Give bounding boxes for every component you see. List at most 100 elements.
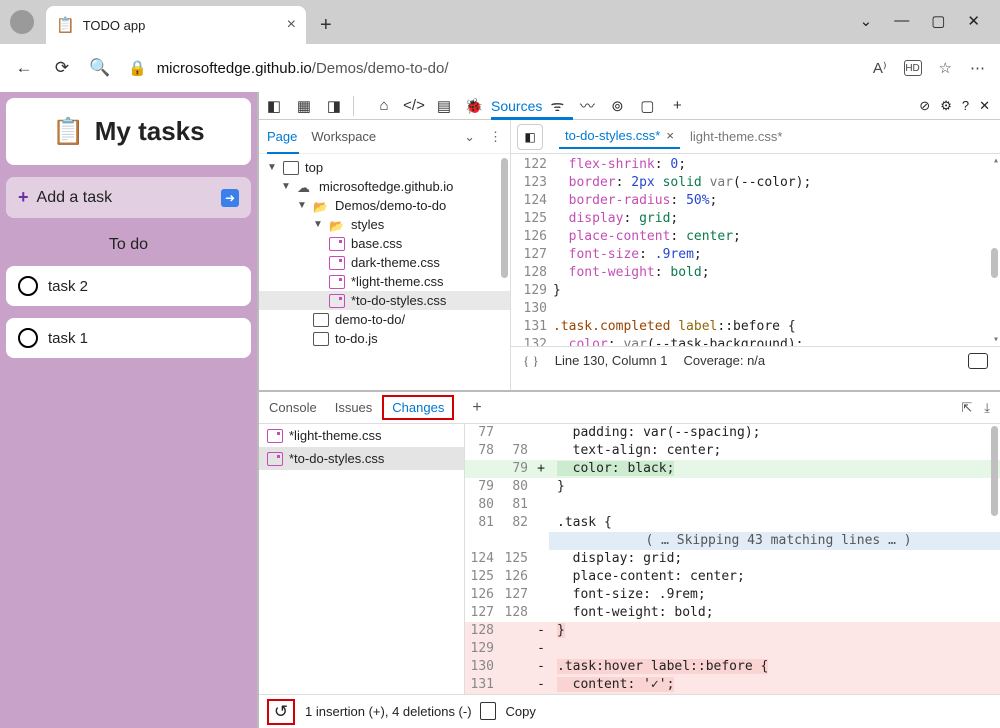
help-icon[interactable]: ? — [962, 98, 969, 114]
more-icon[interactable]: ⋮ — [489, 129, 502, 145]
more-icon[interactable]: ⋯ — [969, 58, 986, 78]
plus-icon: + — [18, 187, 29, 208]
drawer-tab-console[interactable]: Console — [269, 400, 317, 415]
navigator-toggle-icon[interactable]: ◧ — [517, 124, 543, 150]
sources-label: Sources — [491, 98, 542, 114]
changed-file[interactable]: *light-theme.css — [259, 424, 464, 447]
clipboard-icon: 📋 — [52, 116, 84, 147]
page-header: 📋 My tasks — [6, 98, 251, 165]
tree-file[interactable]: demo-to-do/ — [259, 310, 510, 329]
changed-file-selected[interactable]: *to-do-styles.css — [259, 447, 464, 470]
add-tab-icon[interactable]: + — [472, 399, 481, 417]
file-tree: ▼top ▼microsoftedge.github.io ▼Demos/dem… — [259, 154, 510, 352]
add-task-placeholder: Add a task — [37, 189, 213, 207]
memory-icon[interactable]: ⊚ — [602, 97, 632, 115]
devtools-drawer: Console Issues Changes + ⇱ ⤓ *light-them… — [259, 390, 1000, 728]
profile-avatar[interactable] — [10, 10, 34, 34]
dock-icon[interactable]: ⤓ — [984, 400, 990, 416]
rendered-page: 📋 My tasks + Add a task ➜ To do task 2 t… — [0, 92, 257, 728]
tree-file[interactable]: *light-theme.css — [259, 272, 510, 291]
revert-button[interactable]: ↺ — [267, 699, 295, 725]
errors-icon[interactable]: ⊘ — [919, 98, 930, 114]
coverage-label: Coverage: n/a — [683, 353, 765, 368]
close-window-icon[interactable]: ✕ — [967, 12, 980, 30]
editor-tab-active[interactable]: to-do-styles.css*× — [559, 124, 680, 149]
url-text: microsoftedge.github.io/Demos/demo-to-do… — [157, 60, 449, 77]
device-icon[interactable]: ▦ — [289, 97, 319, 115]
more-tabs-icon[interactable]: + — [662, 97, 692, 114]
application-icon[interactable]: ▢ — [632, 97, 662, 115]
braces-icon[interactable]: { } — [523, 353, 539, 369]
maximize-icon[interactable]: ▢ — [931, 12, 945, 30]
sources-tab[interactable]: 🐞 — [459, 97, 489, 115]
tree-node-folder[interactable]: ▼Demos/demo-to-do — [259, 196, 510, 215]
welcome-icon[interactable]: ⌂ — [369, 97, 399, 114]
editor-tab[interactable]: light-theme.css* — [684, 125, 788, 148]
scrollbar[interactable] — [501, 158, 508, 278]
checkbox-icon[interactable] — [18, 328, 38, 348]
performance-icon[interactable]: 〰 — [572, 95, 602, 116]
minimize-icon[interactable]: — — [894, 12, 909, 30]
page-tab[interactable]: Page — [267, 129, 297, 144]
add-task-input[interactable]: + Add a task ➜ — [6, 177, 251, 218]
pretty-print-icon[interactable] — [968, 353, 988, 369]
browser-toolbar: ← ⟳ 🔍 🔒 microsoftedge.github.io/Demos/de… — [0, 44, 1000, 92]
new-tab-button[interactable]: + — [320, 14, 332, 37]
tree-file-selected[interactable]: *to-do-styles.css — [259, 291, 510, 310]
chevron-down-icon[interactable]: ⌄ — [860, 12, 873, 30]
drawer-tab-issues[interactable]: Issues — [335, 400, 373, 415]
tree-file[interactable]: base.css — [259, 234, 510, 253]
cursor-position: Line 130, Column 1 — [555, 353, 668, 368]
devtools-toolbar: ◧ ▦ ◨ ⌂ </> ▤ 🐞 Sources ᯤ 〰 ⊚ ▢ + ⊘ ⚙ ? … — [259, 92, 1000, 120]
changes-summary: 1 insertion (+), 4 deletions (-) — [305, 704, 472, 719]
changed-files-list: *light-theme.css *to-do-styles.css — [259, 424, 465, 694]
inspect-icon[interactable]: ◧ — [259, 97, 289, 115]
lock-icon: 🔒 — [128, 59, 147, 77]
dock-icon[interactable]: ◨ — [319, 97, 349, 115]
code-editor: ◧ to-do-styles.css*× light-theme.css* 12… — [511, 120, 1000, 390]
chevron-down-icon[interactable]: ⌄ — [464, 129, 475, 145]
tab-close-icon[interactable]: × — [287, 16, 296, 34]
console-icon[interactable]: ▤ — [429, 97, 459, 115]
favorite-icon[interactable]: ☆ — [938, 58, 953, 78]
code-area[interactable]: 122123124125126127128129130131132 flex-s… — [511, 154, 1000, 346]
settings-icon[interactable]: ⚙ — [940, 98, 952, 114]
tree-file[interactable]: to-do.js — [259, 329, 510, 348]
submit-icon[interactable]: ➜ — [221, 189, 239, 207]
highlight-box: Changes — [382, 395, 454, 420]
task-row[interactable]: task 2 — [6, 266, 251, 306]
tree-file[interactable]: dark-theme.css — [259, 253, 510, 272]
tree-node-origin[interactable]: ▼microsoftedge.github.io — [259, 177, 510, 196]
search-icon[interactable]: 🔍 — [90, 58, 110, 78]
sources-navigator: Page Workspace ⌄ ⋮ ▼top ▼microsoftedge.g… — [259, 120, 511, 390]
close-devtools-icon[interactable]: ✕ — [979, 98, 990, 114]
page-title: My tasks — [95, 116, 205, 147]
back-button[interactable]: ← — [14, 58, 34, 78]
scrollbar[interactable] — [991, 248, 998, 278]
gutter: 122123124125126127128129130131132 — [511, 154, 553, 346]
hd-icon[interactable]: HD — [904, 60, 922, 76]
task-label: task 2 — [48, 278, 88, 295]
scrollbar[interactable] — [991, 426, 998, 516]
copy-icon[interactable] — [482, 704, 496, 720]
checkbox-icon[interactable] — [18, 276, 38, 296]
tab-title: TODO app — [83, 18, 279, 33]
tab-favicon: 📋 — [56, 16, 75, 34]
network-icon[interactable]: ᯤ — [542, 96, 572, 116]
workspace-tab[interactable]: Workspace — [311, 129, 460, 144]
task-row[interactable]: task 1 — [6, 318, 251, 358]
tree-node-top[interactable]: ▼top — [259, 158, 510, 177]
expand-icon[interactable]: ⇱ — [961, 400, 972, 416]
copy-label[interactable]: Copy — [506, 704, 536, 719]
refresh-button[interactable]: ⟳ — [52, 58, 72, 78]
close-icon[interactable]: × — [666, 128, 674, 143]
drawer-tab-changes[interactable]: Changes — [392, 400, 444, 415]
section-label: To do — [6, 236, 251, 254]
elements-icon[interactable]: </> — [399, 97, 429, 114]
diff-view[interactable]: 77 padding: var(--spacing); 7878 text-al… — [465, 424, 1000, 694]
read-aloud-icon[interactable]: A⁾ — [872, 58, 888, 78]
tree-node-folder[interactable]: ▼styles — [259, 215, 510, 234]
address-bar[interactable]: 🔒 microsoftedge.github.io/Demos/demo-to-… — [128, 51, 854, 85]
browser-tab[interactable]: 📋 TODO app × — [46, 6, 306, 44]
window-titlebar: 📋 TODO app × + ⌄ — ▢ ✕ — [0, 0, 1000, 44]
